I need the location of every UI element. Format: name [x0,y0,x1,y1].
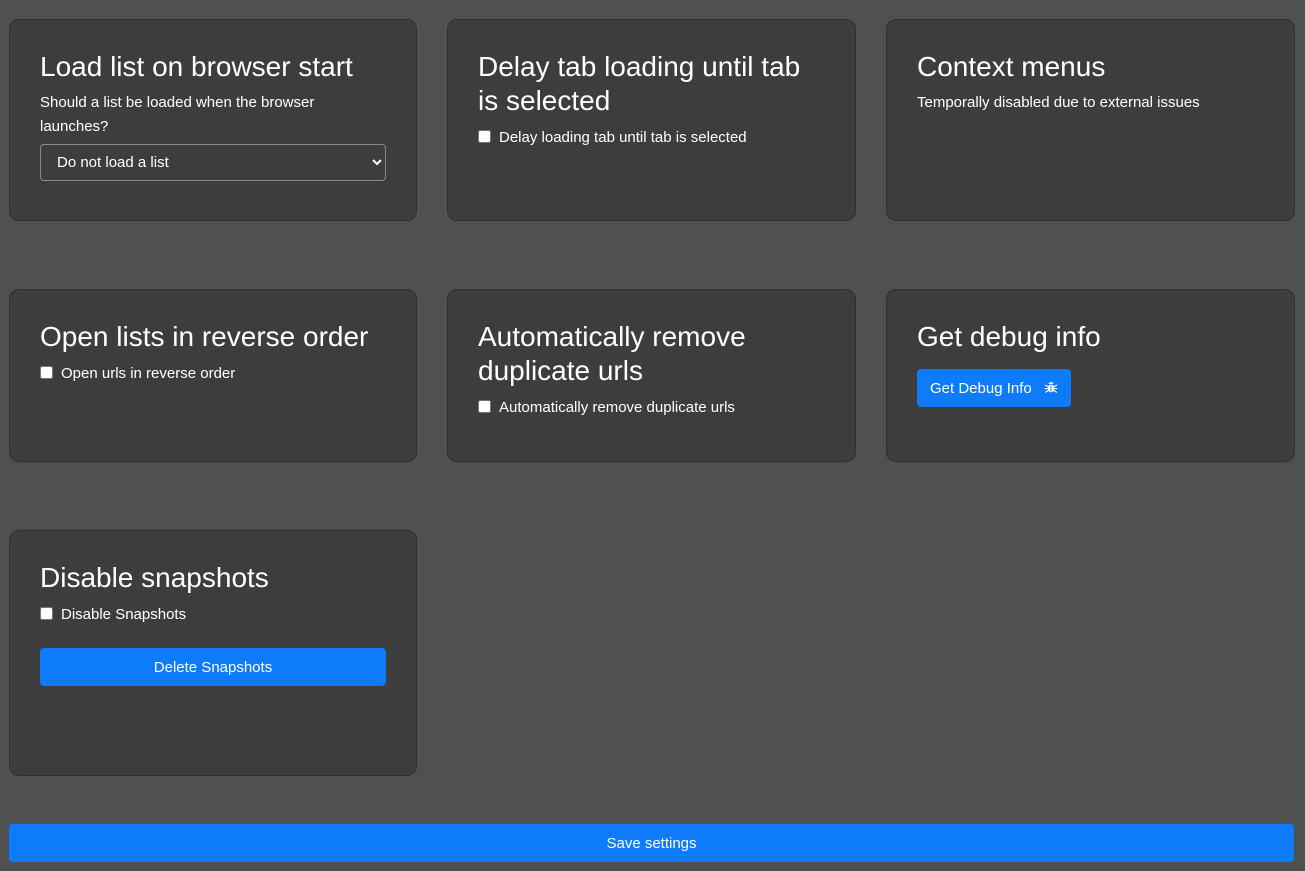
remove-duplicates-checkbox[interactable] [478,399,491,413]
context-menus-description: Temporally disabled due to external issu… [917,94,1200,111]
debug-info-card: Get debug info Get Debug Info [886,289,1295,462]
delete-snapshots-button[interactable]: Delete Snapshots [40,648,386,686]
load-list-card: Load list on browser start Should a list… [9,19,417,221]
load-list-title: Load list on browser start [40,51,353,82]
reverse-order-title: Open lists in reverse order [40,321,369,352]
snapshots-title: Disable snapshots [40,562,269,593]
load-list-description: Should a list be loaded when the browser… [40,94,315,135]
delay-tab-option: Delay loading tab until tab is selected [478,125,825,149]
disable-snapshots-checkbox[interactable] [40,606,53,620]
reverse-order-card: Open lists in reverse order Open urls in… [9,289,417,462]
disable-snapshots-checkbox-label[interactable]: Disable Snapshots [61,606,186,623]
load-list-select[interactable]: Do not load a list [40,144,386,181]
snapshots-option: Disable Snapshots [40,602,386,626]
reverse-order-checkbox-label[interactable]: Open urls in reverse order [61,365,235,382]
get-debug-info-button[interactable]: Get Debug Info [917,369,1071,407]
debug-info-title: Get debug info [917,321,1101,352]
snapshots-card: Disable snapshots Disable Snapshots Dele… [9,530,417,776]
delay-tab-checkbox-label[interactable]: Delay loading tab until tab is selected [499,129,747,146]
reverse-order-option: Open urls in reverse order [40,361,386,385]
delay-tab-checkbox[interactable] [478,129,491,143]
remove-duplicates-title: Automatically remove duplicate urls [478,321,746,386]
save-settings-button[interactable]: Save settings [9,824,1294,862]
remove-duplicates-card: Automatically remove duplicate urls Auto… [447,289,856,462]
delay-tab-title: Delay tab loading until tab is selected [478,51,801,116]
bug-icon [1044,381,1058,395]
remove-duplicates-option: Automatically remove duplicate urls [478,395,825,419]
context-menus-card: Context menus Temporally disabled due to… [886,19,1295,221]
delay-tab-card: Delay tab loading until tab is selected … [447,19,856,221]
remove-duplicates-checkbox-label[interactable]: Automatically remove duplicate urls [499,399,735,416]
reverse-order-checkbox[interactable] [40,365,53,379]
get-debug-info-label: Get Debug Info [930,379,1032,397]
context-menus-title: Context menus [917,51,1106,82]
